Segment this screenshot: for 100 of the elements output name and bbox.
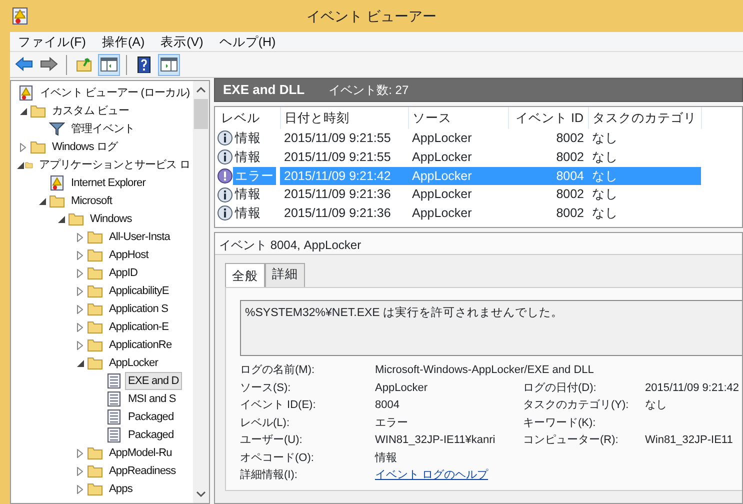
field-label: ユーザー(U): [240,433,304,448]
tree-item[interactable]: Apps [106,480,136,498]
table-row[interactable]: 情報 2015/11/09 9:21:36 AppLocker 8002 なし [215,185,701,204]
tab[interactable]: 全般 [225,263,265,287]
table-cell: 2015/11/09 9:21:55 [280,129,408,148]
field-label: キーワード(K): [523,416,597,431]
menu-item[interactable]: 操作(A) [94,32,153,51]
column-header[interactable]: タスクのカテゴリ [588,107,701,129]
help-link[interactable]: イベント ログのヘルプ [375,469,488,482]
tree-item[interactable]: Application-E [106,318,172,336]
event-count: イベント数: 27 [328,82,409,99]
table-cell: エラー [233,166,276,186]
folder-icon [87,247,103,263]
field-label: タスクのカテゴリ(Y): [523,398,630,414]
expand-arrow-icon[interactable] [77,340,83,350]
tree-item[interactable]: Windows [87,210,135,228]
table-cell-text: なし [591,148,619,166]
field-value: AppLocker [375,382,428,394]
scroll-up-icon[interactable] [196,85,206,95]
expand-arrow-icon[interactable] [20,142,26,152]
tree-item[interactable]: ApplicabilityE [106,282,172,300]
collapse-arrow-icon[interactable] [76,360,84,366]
back-arrow-icon [15,56,33,73]
scroll-thumb[interactable] [194,99,208,129]
tree-item[interactable]: AppHost [106,246,152,264]
table-cell-text: なし [591,205,619,222]
expand-arrow-icon[interactable] [77,322,83,332]
field-value: 2015/11/09 9:21:42 [645,382,739,394]
expand-arrow-icon[interactable] [77,268,83,278]
folder-icon [87,265,103,281]
collapse-arrow-icon[interactable] [58,216,64,222]
table-cell: なし [588,185,701,204]
log-icon [106,373,122,389]
folder-icon [87,445,103,461]
tree-item[interactable]: AppID [106,264,141,282]
menu-item[interactable]: 表示(V) [152,32,212,51]
expand-arrow-icon[interactable] [77,286,83,296]
column-header[interactable]: レベル [215,107,280,129]
expand-arrow-icon[interactable] [77,448,83,458]
table-cell-text: 情報 [234,130,262,147]
collapse-arrow-icon[interactable] [38,198,46,204]
tree-item[interactable]: Application S [106,300,172,318]
tree-item[interactable]: AppReadiness [106,462,179,480]
folder-icon [87,301,103,317]
expand-arrow-icon[interactable] [77,466,83,476]
menu-item[interactable]: ヘルプ(H) [211,32,284,51]
expand-arrow-icon[interactable] [77,250,83,260]
table-cell-text: AppLocker [411,205,473,222]
tree-item[interactable]: カスタム ビュー [49,102,132,120]
tree-item[interactable]: アプリケーションとサービス ロ [36,156,193,174]
tree-item[interactable]: 管理イベント [68,120,138,138]
table-cell-text: 情報 [234,148,262,166]
field-label: レベル(L): [240,416,290,431]
folder-icon [87,319,103,335]
tree-item[interactable]: イベント ビューアー (ローカル) [37,84,193,102]
folder-icon [87,355,103,371]
collapse-arrow-icon[interactable] [20,108,26,114]
expand-arrow-icon[interactable] [77,304,83,314]
expand-arrow-icon[interactable] [77,232,83,242]
tree-item[interactable]: Windows ログ [49,138,121,156]
table-row[interactable]: 情報 2015/11/09 9:21:36 AppLocker 8002 なし [215,204,701,223]
table-cell: 2015/11/09 9:21:36 [280,185,408,204]
tree-item[interactable]: All-User-Insta [106,228,174,246]
table-cell: 8002 [508,185,588,204]
event-viewer-icon [12,7,28,25]
tree-item[interactable]: EXE and D [125,372,182,390]
tree-item[interactable]: AppLocker [106,354,161,372]
log-title: EXE and DLL [223,81,305,100]
table-cell-text: 2015/11/09 9:21:36 [283,205,392,222]
column-header[interactable]: ソース [408,107,508,129]
field-label: ログの名前(M): [240,363,316,378]
forward-arrow-icon [40,56,58,73]
field-value: Microsoft-Windows-AppLocker/EXE and DLL [375,364,594,376]
tab[interactable]: 詳細 [265,263,305,287]
table-cell: 2015/11/09 9:21:42 [280,166,408,186]
field-label: コンピューター(R): [523,433,620,448]
collapse-arrow-icon[interactable] [17,162,24,168]
folder-icon [87,337,103,353]
tree-item[interactable]: Internet Explorer [68,174,149,192]
column-header[interactable]: イベント ID [508,107,588,129]
table-row[interactable]: 情報 2015/11/09 9:21:55 AppLocker 8002 なし [215,148,701,166]
scrollbar[interactable] [193,81,209,503]
folder-icon [68,211,84,227]
table-row[interactable]: 情報 2015/11/09 9:21:55 AppLocker 8002 なし [215,129,701,148]
log-icon [106,391,122,407]
scroll-down-icon[interactable] [196,489,206,499]
tree-item[interactable]: Microsoft [68,192,116,210]
expand-arrow-icon[interactable] [77,484,83,494]
column-header[interactable]: 日付と時刻 [280,107,408,129]
table-cell: なし [588,129,701,148]
tree-item[interactable]: Packaged [125,426,177,444]
menu-item[interactable]: ファイル(F) [10,32,94,51]
tree-item[interactable]: AppModel-Ru [106,444,175,462]
field-value: WIN81_32JP-IE11¥kanri [375,434,496,446]
folder-icon [87,229,103,245]
tree-item[interactable]: MSI and S [125,390,179,408]
table-cell: AppLocker [408,185,508,204]
tree-item[interactable]: Packaged [125,408,177,426]
tree-item[interactable]: ApplicationRe [106,336,175,354]
folder-icon [87,283,103,299]
